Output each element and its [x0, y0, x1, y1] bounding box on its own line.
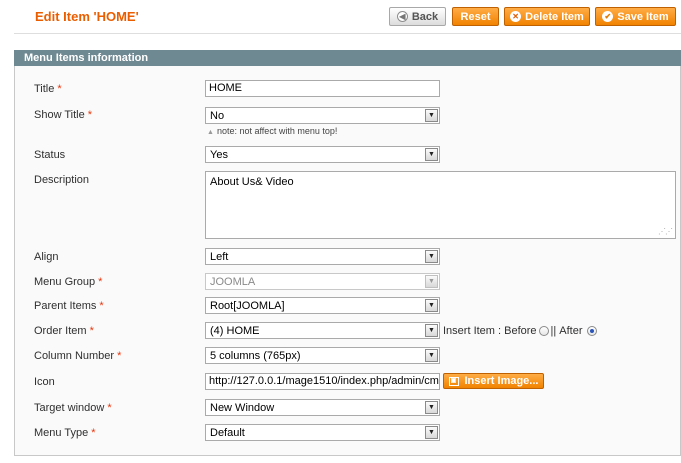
show-title-note: ▲ note: not affect with menu top! [207, 126, 338, 136]
insert-after-label: After [559, 325, 583, 337]
delete-item-button[interactable]: ✕ Delete Item [504, 7, 590, 26]
status-select[interactable]: Yes ▼ [205, 146, 440, 163]
target-window-select[interactable]: New Window ▼ [205, 399, 440, 416]
status-label: Status [34, 149, 66, 161]
title-input[interactable]: HOME [205, 80, 440, 97]
insert-after-radio[interactable] [586, 326, 597, 336]
parent-items-select[interactable]: Root[JOOMLA] ▼ [205, 297, 440, 314]
order-item-label: Order Item * [34, 325, 94, 337]
insert-image-label: Insert Image... [464, 375, 539, 387]
menu-group-select: JOOMLA ▼ [205, 273, 440, 290]
header-divider [14, 33, 681, 34]
icon-label: Icon [34, 376, 55, 388]
image-icon: ▣ [448, 376, 459, 386]
chevron-down-icon: ▼ [425, 426, 438, 439]
insert-image-button[interactable]: ▣ Insert Image... [443, 373, 544, 389]
insert-before-radio[interactable] [538, 326, 549, 336]
parent-items-label: Parent Items * [34, 300, 104, 312]
save-button-label: Save Item [617, 10, 669, 23]
icon-url-input[interactable]: http://127.0.0.1/mage1510/index.php/admi… [205, 373, 440, 390]
column-number-label: Column Number * [34, 350, 122, 362]
description-textarea[interactable]: About Us& Video ⋰⋰ [205, 171, 676, 239]
chevron-down-icon: ▼ [425, 275, 438, 288]
chevron-down-icon: ▼ [425, 349, 438, 362]
order-item-select[interactable]: (4) HOME ▼ [205, 322, 440, 339]
chevron-down-icon: ▼ [425, 250, 438, 263]
chevron-down-icon: ▼ [425, 109, 438, 122]
reset-button[interactable]: Reset [452, 7, 499, 26]
column-number-select[interactable]: 5 columns (765px) ▼ [205, 347, 440, 364]
chevron-down-icon: ▼ [425, 401, 438, 414]
back-button-label: Back [411, 10, 439, 23]
save-item-button[interactable]: ✔ Save Item [595, 7, 676, 26]
align-select[interactable]: Left ▼ [205, 248, 440, 265]
reset-button-label: Reset [460, 10, 491, 23]
delete-button-label: Delete Item [525, 10, 584, 23]
section-header: Menu Items information [14, 50, 681, 66]
triangle-up-icon: ▲ [207, 129, 214, 136]
target-window-label: Target window * [34, 402, 112, 414]
insert-item-position: Insert Item : Before || After [443, 325, 599, 337]
back-button[interactable]: ◀ Back [389, 7, 446, 26]
insert-before-label: Insert Item : Before [443, 325, 537, 337]
page-title: Edit Item 'HOME' [35, 9, 139, 24]
chevron-down-icon: ▼ [425, 148, 438, 161]
show-title-label: Show Title * [34, 109, 93, 121]
delete-x-icon: ✕ [510, 11, 522, 22]
back-arrow-icon: ◀ [396, 11, 408, 22]
chevron-down-icon: ▼ [425, 299, 438, 312]
menu-group-label: Menu Group * [34, 276, 103, 288]
chevron-down-icon: ▼ [425, 324, 438, 337]
menu-type-select[interactable]: Default ▼ [205, 424, 440, 441]
align-label: Align [34, 251, 59, 263]
description-label: Description [34, 174, 90, 186]
show-title-select[interactable]: No ▼ [205, 107, 440, 124]
title-label: Title * [34, 83, 62, 95]
menu-type-label: Menu Type * [34, 427, 96, 439]
insert-separator: || [550, 325, 557, 337]
description-text: About Us& Video [210, 176, 294, 188]
save-check-icon: ✔ [602, 11, 614, 22]
resize-grip-icon[interactable]: ⋰⋰ [658, 227, 673, 236]
